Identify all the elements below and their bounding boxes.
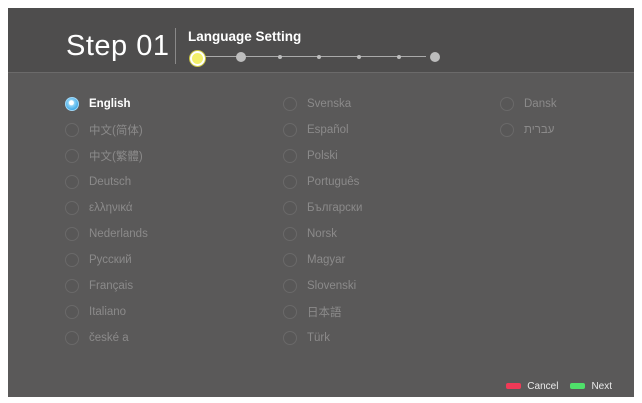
radio-icon (500, 123, 514, 137)
radio-icon (283, 305, 297, 319)
language-option-greek[interactable]: ελληνικά (65, 198, 133, 218)
language-label: Svenska (307, 98, 352, 110)
radio-icon (283, 149, 297, 163)
language-option-norsk[interactable]: Norsk (283, 224, 337, 244)
language-option-czech[interactable]: české a (65, 328, 129, 348)
setup-header: Step 01 Language Setting (8, 8, 634, 72)
language-label: Русский (89, 254, 132, 266)
language-option-slovenski[interactable]: Slovenski (283, 276, 356, 296)
language-option-magyar[interactable]: Magyar (283, 250, 345, 270)
language-label: ελληνικά (89, 202, 133, 214)
language-label: Português (307, 176, 360, 188)
radio-icon (283, 253, 297, 267)
language-label: Nederlands (89, 228, 148, 240)
progress-step-1 (190, 51, 205, 66)
language-setup-screen: Step 01 Language Setting English 中文(简体) … (8, 8, 634, 397)
language-option-deutsch[interactable]: Deutsch (65, 172, 131, 192)
language-option-bulgarian[interactable]: Български (283, 198, 362, 218)
language-option-espanol[interactable]: Español (283, 120, 349, 140)
radio-icon (65, 253, 79, 267)
language-label: Dansk (524, 98, 557, 110)
language-option-portugues[interactable]: Português (283, 172, 359, 192)
language-label: české a (89, 332, 129, 344)
language-option-nederlands[interactable]: Nederlands (65, 224, 148, 244)
language-option-turk[interactable]: Türk (283, 328, 330, 348)
setting-title: Language Setting (188, 29, 302, 44)
language-label: Français (89, 280, 134, 292)
next-button[interactable]: Next (591, 381, 612, 392)
language-option-japanese[interactable]: 日本語 (283, 302, 342, 322)
language-label: Polski (307, 150, 338, 162)
header-separator (8, 72, 634, 73)
radio-icon (283, 279, 297, 293)
language-option-dansk[interactable]: Dansk (500, 94, 557, 114)
radio-icon (65, 201, 79, 215)
language-option-polski[interactable]: Polski (283, 146, 338, 166)
language-option-francais[interactable]: Français (65, 276, 133, 296)
language-option-italiano[interactable]: Italiano (65, 302, 126, 322)
language-label: עברית (524, 124, 555, 136)
language-option-russian[interactable]: Русский (65, 250, 132, 270)
language-option-traditional-chinese[interactable]: 中文(繁體) (65, 146, 143, 166)
green-key-icon (570, 383, 586, 389)
radio-icon (500, 97, 514, 111)
progress-step-2 (236, 52, 246, 62)
radio-icon (283, 227, 297, 241)
radio-icon (65, 97, 79, 111)
step-title: Step 01 (66, 30, 170, 62)
radio-icon (283, 123, 297, 137)
radio-icon (65, 279, 79, 293)
radio-icon (283, 175, 297, 189)
language-option-simplified-chinese[interactable]: 中文(简体) (65, 120, 143, 140)
progress-step-5 (357, 55, 361, 59)
radio-icon (65, 331, 79, 345)
language-option-english[interactable]: English (65, 94, 131, 114)
language-option-svenska[interactable]: Svenska (283, 94, 351, 114)
language-label: English (89, 98, 131, 110)
language-label: Slovenski (307, 280, 357, 292)
radio-icon (283, 97, 297, 111)
language-label: Български (307, 202, 363, 214)
radio-icon (65, 123, 79, 137)
radio-icon (283, 331, 297, 345)
header-divider (175, 28, 176, 64)
key-hints: Cancel Next (506, 380, 612, 392)
progress-track (196, 56, 426, 57)
radio-icon (65, 305, 79, 319)
language-label: Español (307, 124, 349, 136)
language-label: Magyar (307, 254, 346, 266)
language-label: Italiano (89, 306, 127, 318)
cancel-button[interactable]: Cancel (527, 381, 558, 392)
language-label: 日本語 (307, 307, 342, 319)
progress-step-7 (430, 52, 440, 62)
red-key-icon (506, 383, 522, 389)
language-option-hebrew[interactable]: עברית (500, 120, 554, 140)
radio-icon (65, 175, 79, 189)
radio-icon (65, 227, 79, 241)
progress-step-3 (278, 55, 282, 59)
radio-icon (283, 201, 297, 215)
radio-icon (65, 149, 79, 163)
language-label: Deutsch (89, 176, 132, 188)
step-progress-indicator (186, 48, 446, 66)
language-label: 中文(简体) (89, 125, 143, 137)
progress-step-4 (317, 55, 321, 59)
language-label: Norsk (307, 228, 338, 240)
language-label: 中文(繁體) (89, 151, 143, 163)
progress-step-6 (397, 55, 401, 59)
language-label: Türk (307, 332, 330, 344)
